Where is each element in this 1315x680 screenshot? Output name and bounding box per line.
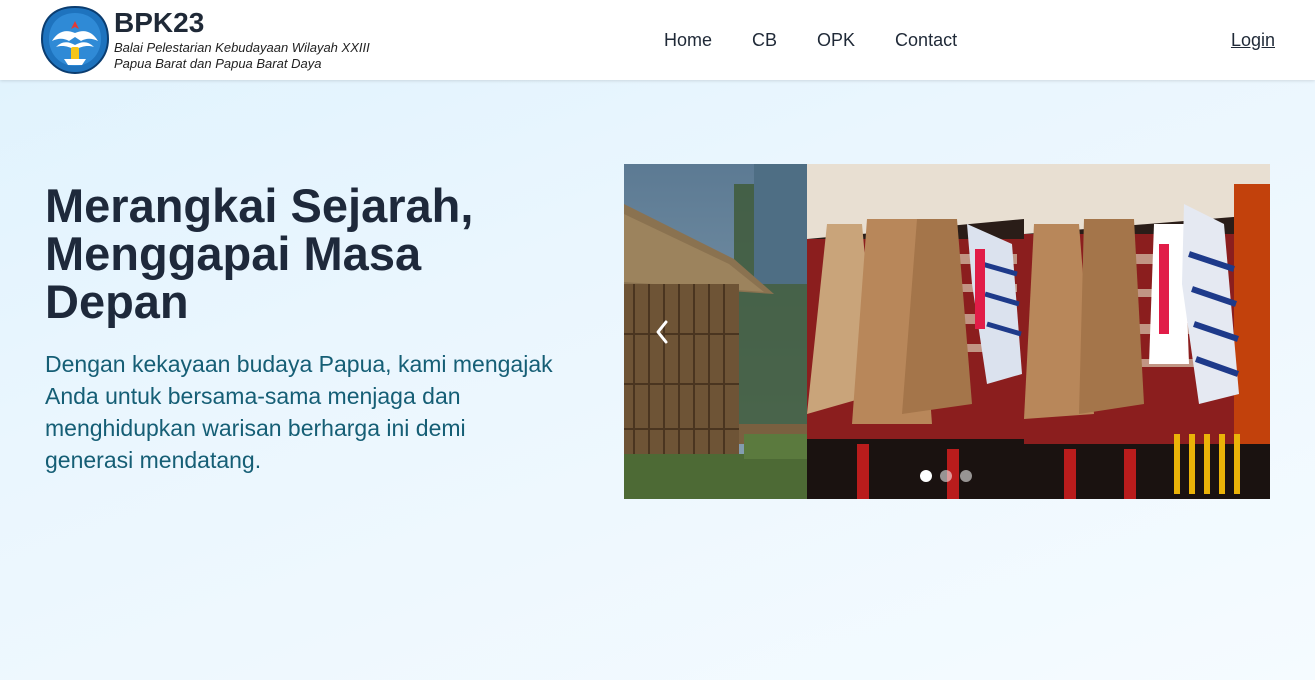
carousel-dot-2[interactable]: [940, 470, 952, 482]
carousel-dot-1[interactable]: [920, 470, 932, 482]
navbar: BPK23 Balai Pelestarian Kebudayaan Wilay…: [0, 0, 1315, 80]
image-carousel[interactable]: [624, 164, 1270, 499]
chevron-left-icon: [656, 320, 668, 344]
brand-link[interactable]: BPK23 Balai Pelestarian Kebudayaan Wilay…: [40, 5, 370, 75]
hero-description: Dengan kekayaan budaya Papua, kami menga…: [45, 351, 553, 473]
tut-wuri-handayani-logo-icon: [40, 5, 110, 75]
carousel-dot-3[interactable]: [960, 470, 972, 482]
noken-bags-image: [807, 164, 1024, 499]
brand-subtitle-line1: Balai Pelestarian Kebudayaan Wilayah XXI…: [114, 40, 370, 55]
nav-contact[interactable]: Contact: [895, 30, 957, 50]
nav-cb[interactable]: CB: [752, 30, 777, 50]
main-nav: Home CB OPK Contact: [664, 30, 997, 50]
chevron-right-icon: [1224, 319, 1240, 345]
carousel-prev-button[interactable]: [647, 314, 677, 350]
nav-home[interactable]: Home: [664, 30, 712, 50]
hero-title: Merangkai Sejarah, Menggapai Masa Depan: [45, 179, 474, 328]
brand-text: BPK23 Balai Pelestarian Kebudayaan Wilay…: [114, 5, 370, 72]
carousel-next-button[interactable]: [1217, 314, 1247, 350]
carousel-indicators: [920, 470, 980, 482]
login-link[interactable]: Login: [1231, 30, 1275, 50]
brand-subtitle-line2: Papua Barat dan Papua Barat Daya: [114, 56, 322, 71]
brand-title: BPK23: [114, 7, 205, 38]
nav-opk[interactable]: OPK: [817, 30, 855, 50]
